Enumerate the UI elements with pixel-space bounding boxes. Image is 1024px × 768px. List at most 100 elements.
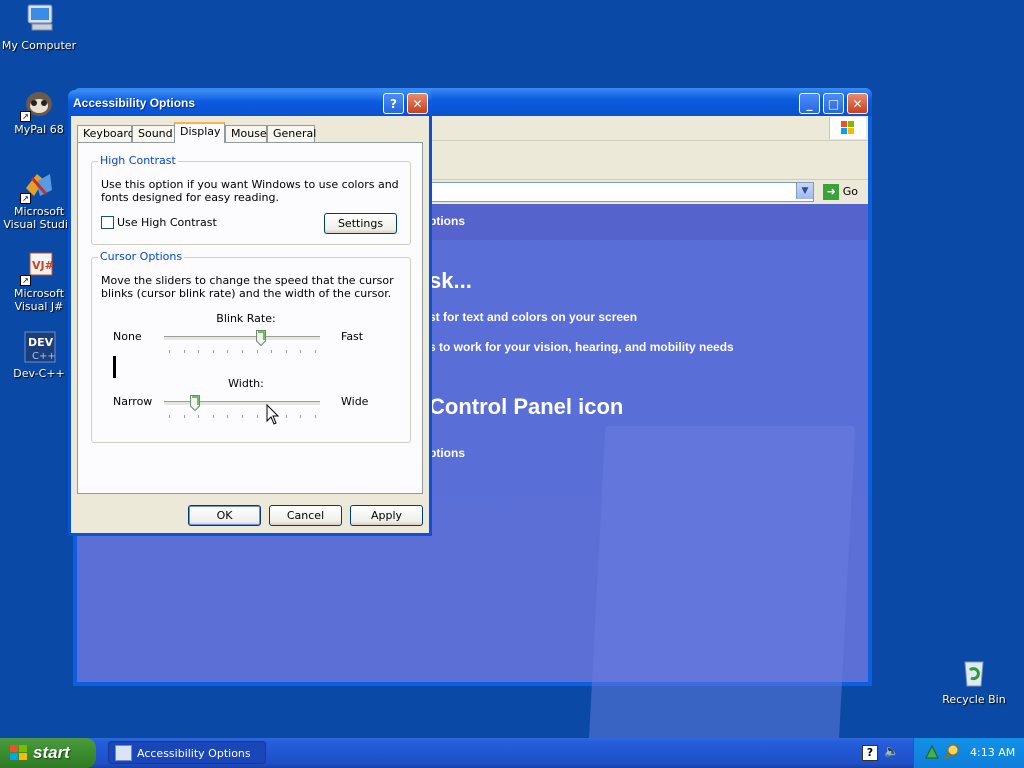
mouse-pointer-icon [266,403,280,426]
slider-tick [271,350,272,353]
settings-button[interactable]: Settings [324,213,397,234]
slider-tick [227,350,228,353]
slider-tick [242,350,243,353]
slider-tick [257,415,258,418]
use-high-contrast-label[interactable]: Use High Contrast [117,216,217,229]
slider-tick [213,350,214,353]
taskbar: start Accessibility Options ? 🔈 4:13 AM [0,738,1024,768]
cursor-options-group: Cursor Options Move the sliders to chang… [91,250,411,443]
blink-rate-label: Blink Rate: [216,312,276,325]
tab-mouse[interactable]: Mouse [225,125,267,142]
desktop-icon-recycle-bin[interactable]: Recycle Bin [934,656,1014,706]
use-high-contrast-checkbox[interactable] [101,216,114,229]
content-link[interactable]: ptions [429,214,465,228]
apply-button[interactable]: Apply [350,505,423,526]
shortcut-arrow-icon: ↗ [20,275,31,286]
slider-tick [286,350,287,353]
desktop-icon-my-computer[interactable]: My Computer [0,2,79,52]
minimize-icon: _ [806,97,813,111]
tab-sound[interactable]: Sound [132,125,175,142]
windows-logo-icon [829,117,866,139]
clock: 4:13 AM [970,746,1016,759]
close-button[interactable]: ✕ [847,93,868,114]
devcpp-icon: DEV C++ [22,330,56,364]
tab-keyboard[interactable]: Keyboard [77,125,135,142]
system-tray: 4:13 AM [913,738,1024,768]
blink-rate-min-label: None [113,330,142,343]
shortcut-arrow-icon: ↗ [20,193,31,204]
help-icon: ? [390,97,397,111]
content-link[interactable]: ptions [429,446,465,460]
blink-rate-slider[interactable] [164,328,320,354]
high-contrast-group: High Contrast Use this option if you wan… [91,154,411,245]
close-icon: ✕ [852,97,863,111]
slider-tick [198,415,199,418]
cursor-options-description: Move the sliders to change the speed tha… [101,274,394,300]
width-min-label: Narrow [113,395,153,408]
high-contrast-legend: High Contrast [98,154,178,167]
cursor-width-preview [113,356,116,378]
slider-tick [184,415,185,418]
slider-tick [315,415,316,418]
high-contrast-description: Use this option if you want Windows to u… [101,178,399,204]
magnifier-icon[interactable] [944,744,960,760]
visual-studio-icon: ↗ [20,168,56,204]
svg-text:C++: C++ [32,351,56,362]
slider-tick [169,350,170,353]
minimize-button[interactable]: _ [799,93,820,114]
slider-ticks [169,350,316,354]
help-icon[interactable]: ? [862,745,878,761]
window-icon [115,745,132,761]
my-computer-icon [22,2,56,36]
slider-tick [169,415,170,418]
dialog-body: Keyboard Sound Display Mouse General Hig… [71,116,429,533]
desktop-icon-label: My Computer [1,39,77,52]
blink-rate-max-label: Fast [341,330,364,343]
slider-thumb[interactable] [190,395,200,412]
slider-tick [242,415,243,418]
svg-text:VJ#: VJ# [32,259,54,272]
content-task-link[interactable]: st for text and colors on your screen [429,310,637,324]
mypal-icon: ↗ [20,86,56,122]
slider-tick [213,415,214,418]
watermark-graphic [588,426,856,746]
slider-tick [315,350,316,353]
svg-text:DEV: DEV [28,336,54,349]
start-label: start [33,743,70,762]
maximize-icon: □ [827,97,840,111]
slider-thumb[interactable] [256,330,266,347]
width-label: Width: [228,377,264,390]
width-max-label: Wide [341,395,369,408]
tab-general[interactable]: General [267,125,316,142]
visual-jsharp-icon: VJ# ↗ [20,250,56,286]
cursor-options-legend: Cursor Options [98,250,185,263]
cancel-button[interactable]: Cancel [269,505,342,526]
help-button[interactable]: ? [383,93,404,114]
network-icon[interactable] [924,744,940,760]
width-slider[interactable] [164,393,320,418]
go-arrow-icon: ➜ [823,184,840,200]
slider-tick [227,415,228,418]
tab-display[interactable]: Display [174,122,225,143]
slider-tick [184,350,185,353]
content-task-link[interactable]: s to work for your vision, hearing, and … [429,340,734,354]
speaker-icon[interactable]: 🔈 [884,744,899,760]
ok-button[interactable]: OK [188,505,261,526]
go-label: Go [842,185,858,198]
dialog-close-button[interactable]: ✕ [407,93,428,114]
taskbar-button-accessibility-options[interactable]: Accessibility Options [108,741,266,764]
go-button[interactable]: ➜ Go [823,183,858,201]
content-heading: Control Panel icon [429,394,624,419]
start-button[interactable]: start [0,738,96,768]
close-icon: ✕ [412,97,423,111]
slider-tick [257,350,258,353]
slider-tick [286,415,287,418]
maximize-button[interactable]: □ [823,93,844,114]
windows-flag-icon [10,745,28,761]
display-tab-page: High Contrast Use this option if you wan… [77,142,423,494]
taskbar-button-label: Accessibility Options [137,747,251,760]
recycle-bin-icon [957,656,991,690]
accessibility-options-dialog[interactable]: Accessibility Options ? ✕ Keyboard Sound… [68,90,432,536]
dialog-titlebar[interactable]: Accessibility Options ? ✕ [68,90,432,116]
chevron-down-icon[interactable]: ▼ [796,183,813,199]
